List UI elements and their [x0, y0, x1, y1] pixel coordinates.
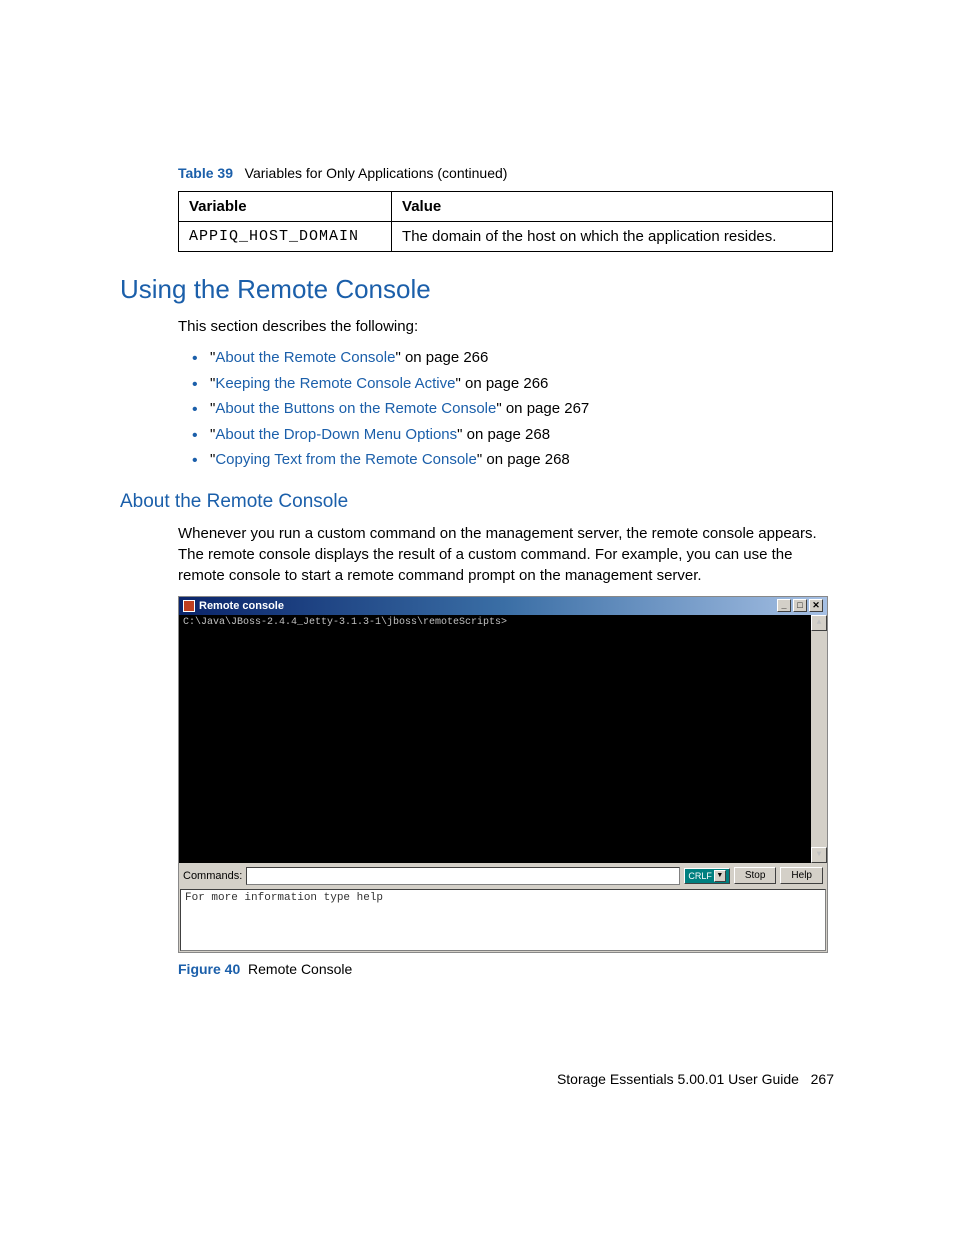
- link-copying-text[interactable]: Copying Text from the Remote Console: [215, 451, 477, 468]
- link-keeping-active[interactable]: Keeping the Remote Console Active: [215, 375, 455, 392]
- figure-label: Figure 40: [178, 961, 240, 977]
- intro-text: This section describes the following:: [178, 317, 834, 337]
- col-variable: Variable: [179, 192, 392, 222]
- link-suffix: " on page 268: [477, 451, 570, 468]
- link-suffix: " on page 266: [395, 349, 488, 366]
- figure-caption: Figure 40 Remote Console: [178, 961, 834, 977]
- cell-variable: APPIQ_HOST_DOMAIN: [179, 222, 392, 252]
- crlf-label: CRLF: [688, 871, 712, 881]
- table-row: APPIQ_HOST_DOMAIN The domain of the host…: [179, 222, 833, 252]
- link-suffix: " on page 267: [496, 400, 589, 417]
- link-list: "About the Remote Console" on page 266 "…: [210, 345, 834, 473]
- commands-label: Commands:: [183, 870, 242, 882]
- crlf-dropdown[interactable]: CRLF ▼: [684, 868, 730, 884]
- minimize-button[interactable]: _: [777, 599, 791, 612]
- figure-text: Remote Console: [248, 961, 352, 977]
- close-button[interactable]: ✕: [809, 599, 823, 612]
- terminal-prompt: C:\Java\JBoss-2.4.4_Jetty-3.1.3-1\jboss\…: [183, 617, 507, 628]
- link-suffix: " on page 266: [455, 375, 548, 392]
- output-area[interactable]: For more information type help: [180, 889, 826, 951]
- link-about-remote-console[interactable]: About the Remote Console: [215, 349, 395, 366]
- table-caption-text: Variables for Only Applications (continu…: [245, 165, 508, 181]
- table-caption: Table 39 Variables for Only Applications…: [178, 165, 834, 181]
- page-footer: Storage Essentials 5.00.01 User Guide 26…: [557, 1071, 834, 1087]
- link-suffix: " on page 268: [457, 426, 550, 443]
- command-input[interactable]: [246, 867, 680, 885]
- footer-text: Storage Essentials 5.00.01 User Guide: [557, 1071, 799, 1087]
- heading-about-remote-console: About the Remote Console: [120, 491, 834, 513]
- col-value: Value: [392, 192, 833, 222]
- window-title: Remote console: [199, 600, 284, 612]
- stop-button[interactable]: Stop: [734, 867, 777, 884]
- table-header-row: Variable Value: [179, 192, 833, 222]
- link-dropdown-options[interactable]: About the Drop-Down Menu Options: [215, 426, 457, 443]
- remote-console-window: Remote console _ □ ✕ C:\Java\JBoss-2.4.4…: [178, 596, 828, 953]
- variables-table: Variable Value APPIQ_HOST_DOMAIN The dom…: [178, 191, 833, 252]
- about-paragraph: Whenever you run a custom command on the…: [178, 523, 834, 586]
- titlebar[interactable]: Remote console _ □ ✕: [179, 597, 827, 615]
- maximize-button[interactable]: □: [793, 599, 807, 612]
- link-about-buttons[interactable]: About the Buttons on the Remote Console: [215, 400, 496, 417]
- heading-using-remote-console: Using the Remote Console: [120, 274, 834, 305]
- table-caption-label: Table 39: [178, 165, 233, 181]
- list-item: "About the Buttons on the Remote Console…: [210, 396, 834, 422]
- list-item: "Copying Text from the Remote Console" o…: [210, 447, 834, 473]
- scroll-down-button[interactable]: ▼: [811, 847, 827, 863]
- list-item: "Keeping the Remote Console Active" on p…: [210, 371, 834, 397]
- help-button[interactable]: Help: [780, 867, 823, 884]
- command-bar: Commands: CRLF ▼ Stop Help: [179, 863, 827, 889]
- page-number: 267: [811, 1071, 834, 1087]
- window-icon: [183, 600, 195, 612]
- terminal-area[interactable]: C:\Java\JBoss-2.4.4_Jetty-3.1.3-1\jboss\…: [179, 615, 827, 863]
- list-item: "About the Drop-Down Menu Options" on pa…: [210, 422, 834, 448]
- list-item: "About the Remote Console" on page 266: [210, 345, 834, 371]
- chevron-down-icon: ▼: [714, 870, 726, 882]
- scroll-up-button[interactable]: ▲: [811, 615, 827, 631]
- cell-value: The domain of the host on which the appl…: [392, 222, 833, 252]
